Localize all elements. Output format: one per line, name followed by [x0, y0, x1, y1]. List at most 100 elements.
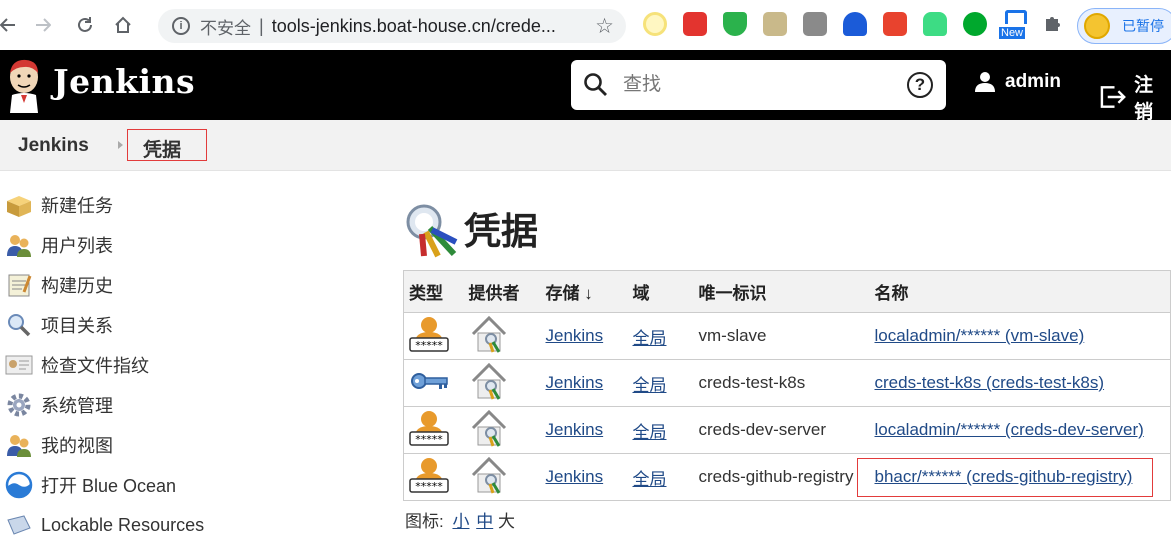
domain-cell: 全局 [627, 406, 694, 454]
sidebar-item-label: 打开 Blue Ocean [41, 476, 177, 496]
reload-icon [78, 17, 92, 32]
logout-link[interactable]: 注销 [1099, 70, 1171, 124]
reload-button[interactable] [66, 5, 104, 45]
extension-magnet-icon[interactable] [843, 12, 867, 36]
table-row: ***** Jenkins 全局 vm-slave localadmin/***… [403, 312, 1171, 360]
browser-toolbar: i 不安全 | tools-jenkins.boat-house.cn/cred… [0, 0, 1171, 50]
name-cell: localadmin/****** (creds-dev-server) [869, 406, 1171, 454]
breadcrumb-current[interactable]: 凭据 [127, 129, 207, 161]
fingerprint-card-icon [4, 350, 34, 380]
user-icon [975, 72, 995, 92]
user-link[interactable]: admin [973, 70, 1061, 94]
credential-name-link[interactable]: localadmin/****** (creds-dev-server) [875, 420, 1144, 439]
sidebar-item-manage[interactable]: 系统管理 [4, 390, 113, 420]
store-link[interactable]: Jenkins [546, 420, 604, 439]
domain-cell: 全局 [627, 453, 694, 501]
sidebar-item-project-relationship[interactable]: 项目关系 [4, 310, 113, 340]
column-header-type[interactable]: 类型 [403, 270, 464, 313]
domain-link[interactable]: 全局 [633, 376, 667, 395]
column-header-id[interactable]: 唯一标识 [693, 270, 870, 313]
notepad-icon [4, 270, 34, 300]
address-bar[interactable]: i 不安全 | tools-jenkins.boat-house.cn/cred… [158, 9, 626, 43]
sidebar-item-lockable-resources[interactable]: Lockable Resources [4, 510, 204, 540]
provider-cell [463, 406, 541, 454]
sidebar-item-users[interactable]: 用户列表 [4, 230, 113, 260]
back-button[interactable] [0, 5, 20, 45]
sidebar-item-my-views[interactable]: 我的视图 [4, 430, 113, 460]
type-cell: ***** [403, 312, 464, 360]
logout-icon [1100, 86, 1126, 108]
credential-name-link[interactable]: localadmin/****** (vm-slave) [875, 326, 1085, 345]
key-icon [411, 372, 448, 389]
user-password-icon: ***** [409, 316, 449, 352]
user-password-icon: ***** [409, 457, 449, 493]
lockable-resources-icon [4, 510, 34, 540]
help-icon[interactable]: ? [907, 72, 933, 98]
search-icon [584, 73, 607, 96]
bookmark-star-icon[interactable]: ☆ [595, 14, 614, 39]
icon-size-large: 大 [497, 512, 515, 531]
column-header-name[interactable]: 名称 [869, 270, 1171, 313]
jenkins-title[interactable]: Jenkins [53, 62, 195, 101]
arrow-left-icon [0, 18, 15, 32]
forward-button[interactable] [20, 5, 66, 45]
sidebar-item-label: 项目关系 [41, 316, 113, 336]
sidebar-item-label: Lockable Resources [41, 514, 205, 535]
breadcrumb-home[interactable]: Jenkins [18, 135, 89, 157]
domain-link[interactable]: 全局 [633, 329, 667, 348]
store-cell: Jenkins [540, 406, 628, 454]
provider-home-icon [471, 456, 506, 494]
column-header-domain[interactable]: 域 [627, 270, 694, 313]
provider-home-icon [471, 409, 506, 447]
sidebar-item-label: 用户列表 [41, 236, 113, 256]
avatar [1084, 13, 1110, 39]
id-cell: creds-dev-server [693, 406, 870, 454]
blue-ocean-icon [4, 470, 34, 500]
extension-evernote-icon[interactable] [963, 12, 987, 36]
provider-home-icon [471, 362, 506, 400]
sidebar-item-build-history[interactable]: 构建历史 [4, 270, 113, 300]
extension-android-icon[interactable] [923, 12, 947, 36]
breadcrumb: Jenkins 凭据 [0, 120, 1171, 171]
search-input[interactable] [623, 70, 893, 100]
provider-home-icon [471, 315, 506, 353]
domain-link[interactable]: 全局 [633, 470, 667, 489]
home-icon [115, 16, 131, 33]
domain-cell: 全局 [627, 359, 694, 407]
store-cell: Jenkins [540, 359, 628, 407]
extension-image-icon[interactable] [763, 12, 787, 36]
extension-download-icon[interactable] [803, 12, 827, 36]
extension-new-icon[interactable]: New [999, 10, 1031, 40]
extension-shield-icon[interactable] [723, 12, 747, 36]
gear-icon [4, 390, 34, 420]
url-text[interactable]: tools-jenkins.boat-house.cn/crede... [272, 16, 556, 37]
table-header-row: 类型 提供者 存储 ↓ 域 唯一标识 名称 [403, 270, 1171, 313]
domain-link[interactable]: 全局 [633, 423, 667, 442]
extension-orange-icon[interactable] [883, 12, 907, 36]
jenkins-logo-icon[interactable] [6, 57, 42, 113]
new-badge: New [999, 27, 1026, 39]
jenkins-header: Jenkins ? admin 注销 [0, 50, 1171, 123]
icon-size-medium[interactable]: 中 [476, 512, 493, 531]
store-link[interactable]: Jenkins [546, 467, 604, 486]
credential-name-link[interactable]: creds-test-k8s (creds-test-k8s) [875, 373, 1105, 392]
id-cell: creds-github-registry [693, 453, 870, 501]
extension-red-icon[interactable] [683, 12, 707, 36]
id-cell: vm-slave [693, 312, 870, 360]
store-link[interactable]: Jenkins [546, 373, 604, 392]
profile-status-label: 已暂停 [1122, 18, 1164, 34]
store-link[interactable]: Jenkins [546, 326, 604, 345]
extensions-puzzle-icon[interactable] [1043, 12, 1067, 36]
profile-button[interactable]: 已暂停 [1077, 8, 1171, 44]
column-header-store[interactable]: 存储 ↓ [540, 270, 628, 313]
icon-size-small[interactable]: 小 [452, 512, 469, 531]
column-header-provider[interactable]: 提供者 [463, 270, 541, 313]
sidebar-item-fingerprint[interactable]: 检查文件指纹 [4, 350, 149, 380]
extension-sun-icon[interactable] [643, 12, 667, 36]
sidebar-item-blue-ocean[interactable]: 打开 Blue Ocean [4, 470, 176, 500]
breadcrumb-arrow-icon[interactable] [118, 141, 123, 149]
insecure-label: 不安全 [200, 18, 251, 38]
info-icon[interactable]: i [172, 17, 190, 35]
home-button[interactable] [104, 5, 142, 45]
sidebar-item-new-job[interactable]: 新建任务 [4, 190, 113, 220]
